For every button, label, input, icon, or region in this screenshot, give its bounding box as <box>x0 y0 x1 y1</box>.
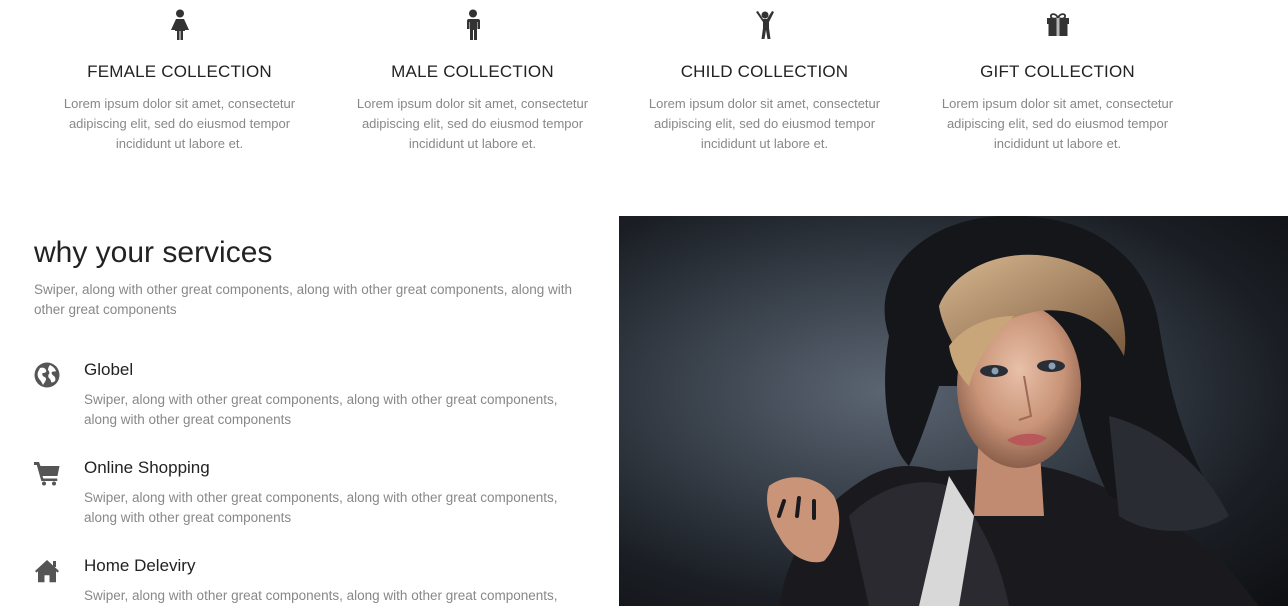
collection-description: Lorem ipsum dolor sit amet, consectetur … <box>356 96 589 151</box>
collection-title: MALE COLLECTION <box>391 62 554 81</box>
cart-icon <box>34 460 60 486</box>
globe-icon <box>34 362 60 388</box>
collection-title: FEMALE COLLECTION <box>87 62 272 81</box>
gift-icon <box>1045 9 1071 41</box>
male-icon <box>460 9 486 41</box>
collection-description: Lorem ipsum dolor sit amet, consectetur … <box>648 96 881 151</box>
service-title: Online Shopping <box>84 458 210 477</box>
hero-fashion-image <box>619 216 1288 606</box>
collection-description: Lorem ipsum dolor sit amet, consectetur … <box>941 96 1174 151</box>
child-icon <box>752 9 778 41</box>
service-title: Home Deleviry <box>84 556 196 575</box>
service-description: Swiper, along with other great component… <box>84 490 558 525</box>
services-heading: why your services <box>34 236 273 269</box>
home-icon <box>34 558 60 584</box>
service-description: Swiper, along with other great component… <box>84 588 558 603</box>
female-icon <box>167 9 193 41</box>
collection-title: CHILD COLLECTION <box>680 62 849 81</box>
collection-description: Lorem ipsum dolor sit amet, consectetur … <box>63 96 296 151</box>
services-intro: Swiper, along with other great component… <box>34 282 573 317</box>
collection-title: GIFT COLLECTION <box>980 62 1135 81</box>
service-description: Swiper, along with other great component… <box>84 392 558 427</box>
service-title: Globel <box>84 360 134 379</box>
fashion-model-illustration <box>767 216 1259 606</box>
